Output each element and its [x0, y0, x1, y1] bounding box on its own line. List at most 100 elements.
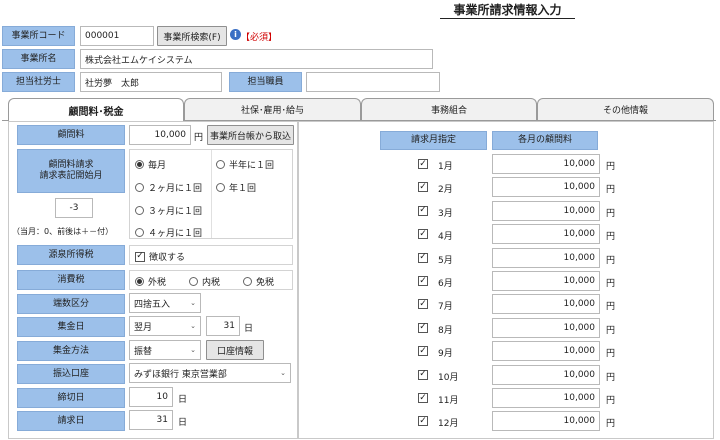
month-fee-unit: 円: [606, 372, 616, 383]
month-checkbox[interactable]: ✓: [418, 252, 428, 263]
collection-month-select[interactable]: 翌月 ⌄: [129, 316, 201, 336]
radio-icon: [216, 160, 225, 169]
staff-label: 担当職員: [229, 72, 302, 92]
tax-inclusive-radio[interactable]: 内税: [189, 275, 220, 288]
rounding-select[interactable]: 四捨五入 ⌄: [129, 293, 201, 313]
withholding-checkbox[interactable]: ✓ 徴収する: [135, 250, 185, 263]
fee-input[interactable]: 10,000: [129, 125, 191, 145]
month-label: 2月: [438, 185, 453, 196]
invoice-day-label: 請求日: [17, 411, 125, 431]
month-fee-unit: 円: [606, 325, 616, 336]
billing-start-label: 顧問料請求 請求表記開始月: [17, 149, 125, 193]
collection-method-value: 振替: [134, 346, 153, 357]
month-fee-unit: 円: [606, 419, 616, 430]
month-checkbox[interactable]: ✓: [418, 369, 428, 380]
office-name-input[interactable]: 株式会社エムケイシステム: [80, 49, 433, 69]
cycle-four-months-radio[interactable]: ４ヶ月に１回: [135, 226, 202, 239]
month-checkbox[interactable]: ✓: [418, 416, 428, 427]
fee-unit: 円: [194, 133, 204, 143]
labor-consultant-input[interactable]: 社労夢 太郎: [80, 72, 222, 92]
labor-consultant-label: 担当社労士: [2, 72, 75, 92]
month-fee-input[interactable]: 10,000: [492, 247, 600, 268]
closing-day-input[interactable]: 10: [129, 387, 173, 407]
cycle-semiannual-radio[interactable]: 半年に１回: [216, 158, 274, 171]
collection-method-select[interactable]: 振替 ⌄: [129, 340, 201, 360]
month-label: 11月: [438, 396, 459, 406]
month-fee-input[interactable]: 10,000: [492, 177, 600, 198]
cycle-option-label: ４ヶ月に１回: [148, 229, 203, 239]
cycle-quarterly-radio[interactable]: ３ヶ月に１回: [135, 204, 202, 217]
radio-selected-icon: [135, 277, 144, 286]
month-checkbox[interactable]: ✓: [418, 299, 428, 310]
month-checkbox[interactable]: ✓: [418, 159, 428, 169]
transfer-account-select[interactable]: みずほ銀行 東京営業部 ⌄: [129, 363, 291, 383]
month-checkbox[interactable]: ✓: [418, 205, 428, 216]
tax-exclusive-radio[interactable]: 外税: [135, 275, 166, 288]
cycle-annual-radio[interactable]: 年１回: [216, 181, 256, 194]
month-label: 9月: [438, 349, 453, 360]
radio-icon: [135, 183, 144, 192]
month-checkbox[interactable]: ✓: [418, 393, 428, 403]
month-fee-input[interactable]: 10,000: [492, 341, 600, 362]
collection-day-input[interactable]: 31: [206, 316, 240, 336]
month-fee-input[interactable]: 10,000: [492, 294, 600, 315]
month-label: 10月: [438, 372, 459, 383]
month-label: 7月: [438, 302, 453, 313]
cycle-option-label: 年１回: [229, 184, 257, 194]
month-fee-input[interactable]: 10,000: [492, 411, 600, 432]
cycle-option-label: ３ヶ月に１回: [148, 207, 203, 217]
collection-day-unit: 日: [244, 324, 254, 334]
month-fee-unit: 円: [606, 279, 616, 289]
office-code-input[interactable]: 000001: [80, 26, 154, 46]
checkbox-checked-icon: ✓: [135, 251, 145, 262]
month-checkbox[interactable]: ✓: [418, 276, 428, 286]
cycle-bimonthly-radio[interactable]: ２ヶ月に１回: [135, 181, 202, 194]
office-name-label: 事業所名: [2, 49, 75, 69]
chevron-down-icon: ⌄: [190, 322, 196, 330]
info-icon[interactable]: i: [230, 29, 241, 40]
month-label: 4月: [438, 232, 453, 243]
month-checkbox[interactable]: ✓: [418, 346, 428, 357]
fee-label: 顧問料: [17, 125, 125, 145]
radio-icon: [135, 228, 144, 237]
required-mark: 【必須】: [241, 33, 278, 43]
rounding-label: 端数区分: [17, 294, 125, 314]
month-fee-unit: 円: [606, 185, 616, 196]
month-label: 5月: [438, 255, 453, 266]
closing-day-unit: 日: [178, 395, 188, 405]
month-fee-input[interactable]: 10,000: [492, 224, 600, 245]
chevron-down-icon: ⌄: [190, 299, 196, 307]
tab-office-association[interactable]: 事務組合: [361, 98, 537, 120]
month-checkbox[interactable]: ✓: [418, 322, 428, 333]
month-fee-input[interactable]: 10,000: [492, 388, 600, 408]
month-fee-input[interactable]: 10,000: [492, 271, 600, 291]
month-fee-input[interactable]: 10,000: [492, 317, 600, 338]
staff-input[interactable]: [306, 72, 440, 92]
month-fee-unit: 円: [606, 208, 616, 219]
tax-exempt-radio[interactable]: 免税: [243, 275, 274, 288]
month-checkbox[interactable]: ✓: [418, 182, 428, 193]
month-fee-input[interactable]: 10,000: [492, 200, 600, 221]
month-fee-input[interactable]: 10,000: [492, 364, 600, 385]
office-search-button[interactable]: 事業所検索(F): [157, 26, 227, 46]
cycle-option-label: ２ヶ月に１回: [148, 184, 203, 194]
tab-fees-tax[interactable]: 顧問料･税金: [8, 98, 184, 121]
tab-other-info[interactable]: その他情報: [537, 98, 714, 120]
consumption-tax-label: 消費税: [17, 270, 125, 290]
import-from-ledger-button[interactable]: 事業所台帳から取込: [207, 125, 294, 145]
tab-insurance-payroll[interactable]: 社保･雇用･給与: [184, 98, 361, 120]
invoice-day-input[interactable]: 31: [129, 410, 173, 430]
month-checkbox[interactable]: ✓: [418, 229, 428, 240]
cycle-monthly-radio[interactable]: 毎月: [135, 158, 166, 171]
withholding-check-label: 徴収する: [149, 253, 186, 263]
billing-start-input[interactable]: -3: [55, 198, 93, 218]
billing-month-header: 請求月指定: [380, 131, 487, 150]
month-fee-input[interactable]: 10,000: [492, 154, 600, 174]
tax-option-label: 外税: [148, 278, 167, 288]
invoice-day-unit: 日: [178, 418, 188, 428]
monthly-fee-header: 各月の顧問料: [492, 131, 598, 150]
radio-icon: [135, 206, 144, 215]
account-info-button[interactable]: 口座情報: [206, 340, 264, 360]
tax-option-label: 免税: [256, 278, 275, 288]
transfer-account-value: みずほ銀行 東京営業部: [134, 369, 227, 380]
